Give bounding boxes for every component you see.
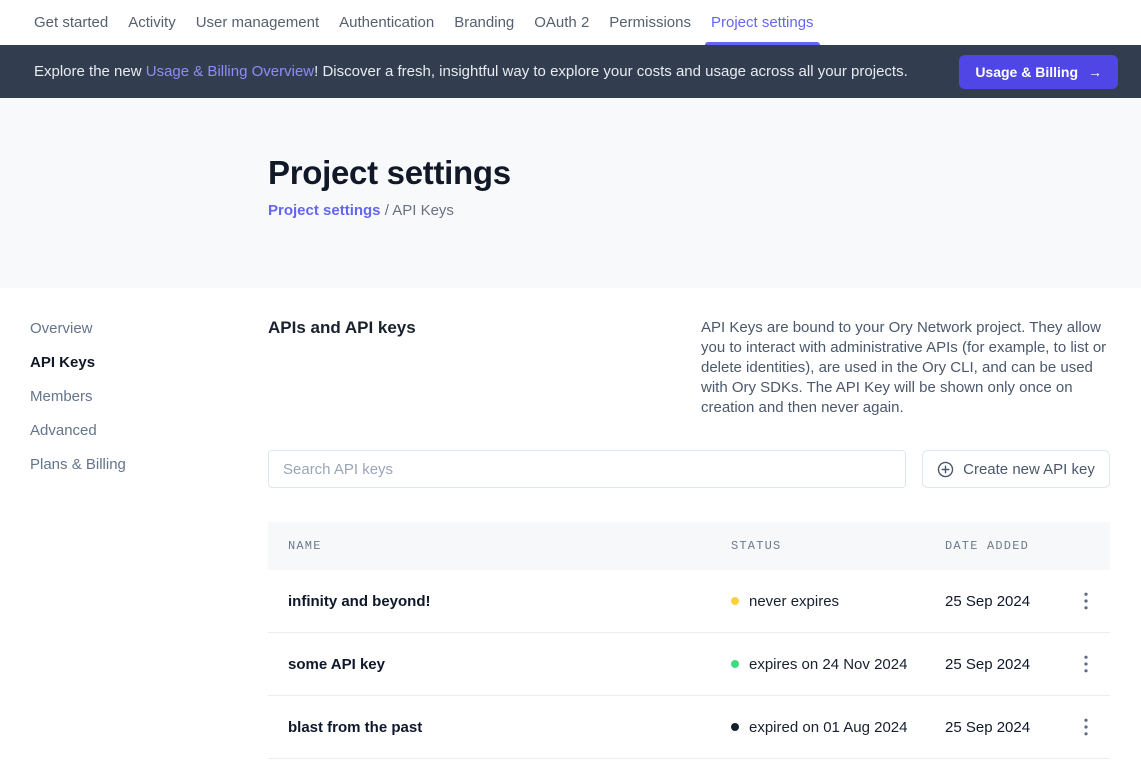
create-api-key-button[interactable]: Create new API key xyxy=(922,450,1110,488)
api-keys-toolbar: Create new API key xyxy=(268,450,1110,488)
section-head: APIs and API keys API Keys are bound to … xyxy=(268,318,1110,418)
tab-user-management[interactable]: User management xyxy=(190,0,325,45)
plus-circle-icon xyxy=(937,461,954,478)
status-dot-icon xyxy=(731,597,739,605)
arrow-right-icon: → xyxy=(1088,64,1102,80)
row-menu-kebab-icon[interactable] xyxy=(1075,589,1097,613)
usage-billing-button[interactable]: Usage & Billing → xyxy=(959,55,1118,89)
sidebar-item-api-keys[interactable]: API Keys xyxy=(30,354,268,371)
status-label: expires on 24 Nov 2024 xyxy=(749,656,907,673)
top-nav: Get started Activity User management Aut… xyxy=(0,0,1141,45)
status-dot-icon xyxy=(731,660,739,668)
page-title: Project settings xyxy=(268,154,1141,192)
api-key-status: expired on 01 Aug 2024 xyxy=(731,719,945,736)
api-key-date-added: 25 Sep 2024 xyxy=(945,593,1075,610)
api-keys-panel: APIs and API keys API Keys are bound to … xyxy=(268,288,1110,759)
section-description: API Keys are bound to your Ory Network p… xyxy=(701,318,1110,418)
status-dot-icon xyxy=(731,723,739,731)
api-key-name: blast from the past xyxy=(288,719,731,736)
tab-permissions[interactable]: Permissions xyxy=(603,0,697,45)
usage-billing-overview-link[interactable]: Usage & Billing Overview xyxy=(146,63,314,80)
tab-authentication[interactable]: Authentication xyxy=(333,0,440,45)
api-key-status: expires on 24 Nov 2024 xyxy=(731,656,945,673)
sidebar-item-members[interactable]: Members xyxy=(30,388,268,405)
sidebar-item-plans-billing[interactable]: Plans & Billing xyxy=(30,456,268,473)
banner-message: Explore the new Usage & Billing Overview… xyxy=(34,63,908,80)
column-header-status: STATUS xyxy=(731,539,945,553)
api-key-status: never expires xyxy=(731,593,945,610)
column-header-date-added: DATE ADDED xyxy=(945,539,1075,553)
settings-sidebar: Overview API Keys Members Advanced Plans… xyxy=(0,288,268,759)
create-api-key-label: Create new API key xyxy=(963,461,1095,478)
tab-get-started[interactable]: Get started xyxy=(28,0,114,45)
api-key-date-added: 25 Sep 2024 xyxy=(945,656,1075,673)
breadcrumb-separator: / xyxy=(385,202,389,219)
api-key-name: infinity and beyond! xyxy=(288,593,731,610)
table-row: some API key expires on 24 Nov 2024 25 S… xyxy=(268,633,1110,696)
banner-text-after: ! Discover a fresh, insightful way to ex… xyxy=(314,63,908,80)
banner-text-before: Explore the new xyxy=(34,63,146,80)
sidebar-item-overview[interactable]: Overview xyxy=(30,320,268,337)
search-input[interactable] xyxy=(268,450,906,488)
status-label: never expires xyxy=(749,593,839,610)
breadcrumb-current: API Keys xyxy=(392,202,454,219)
tab-oauth2[interactable]: OAuth 2 xyxy=(528,0,595,45)
tab-activity[interactable]: Activity xyxy=(122,0,182,45)
tab-branding[interactable]: Branding xyxy=(448,0,520,45)
usage-billing-banner: Explore the new Usage & Billing Overview… xyxy=(0,45,1141,98)
section-title: APIs and API keys xyxy=(268,318,416,418)
page-header: Project settings Project settings / API … xyxy=(0,98,1141,288)
status-label: expired on 01 Aug 2024 xyxy=(749,719,907,736)
api-key-date-added: 25 Sep 2024 xyxy=(945,719,1075,736)
table-header-row: NAME STATUS DATE ADDED xyxy=(268,522,1110,570)
api-keys-table: NAME STATUS DATE ADDED infinity and beyo… xyxy=(268,522,1110,759)
content-area: Overview API Keys Members Advanced Plans… xyxy=(0,288,1141,759)
table-row: infinity and beyond! never expires 25 Se… xyxy=(268,570,1110,633)
api-key-name: some API key xyxy=(288,656,731,673)
usage-billing-button-label: Usage & Billing xyxy=(975,64,1078,80)
row-menu-kebab-icon[interactable] xyxy=(1075,652,1097,676)
breadcrumb-project-settings-link[interactable]: Project settings xyxy=(268,202,381,219)
breadcrumb: Project settings / API Keys xyxy=(268,202,1141,219)
tab-project-settings[interactable]: Project settings xyxy=(705,0,820,45)
table-row: blast from the past expired on 01 Aug 20… xyxy=(268,696,1110,759)
row-menu-kebab-icon[interactable] xyxy=(1075,715,1097,739)
sidebar-item-advanced[interactable]: Advanced xyxy=(30,422,268,439)
column-header-name: NAME xyxy=(288,539,731,553)
